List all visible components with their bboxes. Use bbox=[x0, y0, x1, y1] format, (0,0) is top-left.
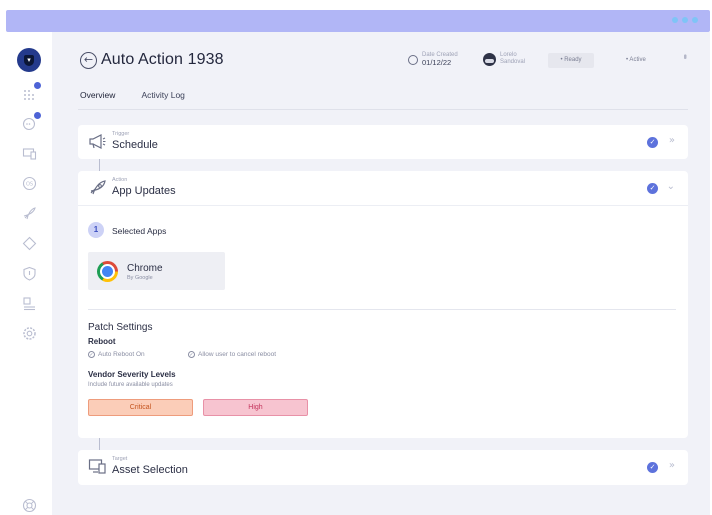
owner[interactable]: Lorelo Sandoval bbox=[483, 52, 525, 66]
grid-icon[interactable] bbox=[22, 82, 41, 101]
trigger-title: Schedule bbox=[112, 139, 158, 151]
dot-icon bbox=[692, 17, 698, 23]
devices-icon bbox=[88, 458, 107, 475]
notification-badge bbox=[34, 112, 41, 119]
rocket-icon[interactable] bbox=[22, 206, 37, 221]
svg-text:OS: OS bbox=[26, 182, 33, 188]
megaphone-icon bbox=[88, 133, 107, 150]
owner-last-name: Sandoval bbox=[500, 59, 526, 65]
devices-icon[interactable] bbox=[22, 146, 37, 161]
trigger-kicker: Trigger bbox=[112, 131, 130, 137]
notification-badge bbox=[34, 82, 41, 89]
target-kicker: Target bbox=[112, 456, 128, 462]
page-header: ← Auto Action 1938 Date Created 01/12/22… bbox=[78, 48, 700, 74]
os-icon[interactable]: OS bbox=[22, 176, 37, 191]
dot-icon bbox=[682, 17, 688, 23]
main-content: ← Auto Action 1938 Date Created 01/12/22… bbox=[52, 32, 710, 515]
window-top-bar bbox=[6, 10, 710, 32]
chrome-logo-icon bbox=[97, 261, 118, 282]
app-name: Chrome bbox=[127, 263, 163, 274]
target-card[interactable]: Target Asset Selection ✓ » bbox=[78, 450, 688, 485]
sidebar: ▾ OS bbox=[6, 32, 52, 515]
check-icon: ✓ bbox=[647, 462, 658, 473]
app-vendor: By Google bbox=[127, 275, 153, 281]
date-created-value: 01/12/22 bbox=[422, 58, 452, 67]
auto-reboot-label: Auto Reboot On bbox=[98, 351, 145, 358]
auto-reboot-option[interactable]: ✓ Auto Reboot On bbox=[88, 351, 145, 358]
avatar bbox=[483, 52, 496, 66]
vendor-severity-title: Vendor Severity Levels bbox=[88, 370, 176, 379]
chevron-down-icon[interactable]: ⌄ bbox=[667, 181, 675, 192]
window-dots[interactable] bbox=[672, 17, 698, 23]
check-icon: ✓ bbox=[647, 183, 658, 194]
reboot-label: Reboot bbox=[88, 337, 116, 346]
diamond-icon[interactable] bbox=[22, 236, 37, 251]
flow-connector bbox=[99, 438, 100, 450]
target-title: Asset Selection bbox=[112, 464, 188, 476]
chat-icon[interactable] bbox=[22, 112, 41, 131]
card-divider bbox=[78, 205, 688, 206]
allow-cancel-label: Allow user to cancel reboot bbox=[198, 351, 277, 358]
active-status-badge[interactable]: • Active bbox=[626, 57, 646, 63]
help-icon[interactable] bbox=[22, 498, 37, 513]
page-title: Auto Action 1938 bbox=[101, 51, 224, 68]
chevron-right-icon[interactable]: » bbox=[669, 135, 675, 146]
severity-high-chip[interactable]: High bbox=[203, 399, 308, 416]
tab-activity-log[interactable]: Activity Log bbox=[139, 88, 186, 110]
check-icon: ✓ bbox=[647, 137, 658, 148]
shield-logo-icon: ▾ bbox=[24, 54, 34, 66]
settings-icon[interactable] bbox=[22, 326, 37, 341]
action-kicker: Action bbox=[112, 177, 128, 183]
action-card: Action App Updates ✓ ⌄ 1 Selected Apps C… bbox=[78, 171, 688, 438]
flow-connector bbox=[99, 159, 100, 171]
action-title: App Updates bbox=[112, 185, 176, 197]
clock-icon bbox=[408, 54, 418, 65]
severity-critical-chip[interactable]: Critical bbox=[88, 399, 193, 416]
app-logo[interactable]: ▾ bbox=[17, 48, 41, 72]
section-divider bbox=[88, 309, 676, 310]
users-icon[interactable] bbox=[22, 296, 37, 311]
check-circle-icon: ✓ bbox=[88, 351, 95, 358]
step-number: 1 bbox=[88, 222, 104, 238]
owner-first-name: Lorelo bbox=[500, 52, 517, 58]
app-tile-chrome[interactable]: Chrome By Google bbox=[88, 252, 225, 290]
rocket-icon bbox=[88, 179, 107, 196]
vendor-severity-subtitle: Include future available updates bbox=[88, 382, 173, 388]
date-created: Date Created 01/12/22 bbox=[408, 52, 458, 67]
patch-settings-title: Patch Settings bbox=[88, 322, 153, 333]
allow-cancel-option[interactable]: ✓ Allow user to cancel reboot bbox=[188, 351, 276, 358]
more-options-icon[interactable]: ••• bbox=[680, 54, 690, 57]
tab-divider bbox=[78, 109, 688, 110]
chevron-right-icon[interactable]: » bbox=[669, 460, 675, 471]
tab-bar: Overview Activity Log bbox=[78, 88, 187, 110]
tab-overview[interactable]: Overview bbox=[78, 88, 118, 110]
ready-status-button[interactable]: • Ready bbox=[548, 53, 594, 68]
trigger-card[interactable]: Trigger Schedule ✓ » bbox=[78, 125, 688, 159]
check-circle-icon: ✓ bbox=[188, 351, 195, 358]
dot-icon bbox=[672, 17, 678, 23]
shield-icon[interactable] bbox=[22, 266, 37, 281]
selected-apps-label: Selected Apps bbox=[112, 226, 167, 236]
back-arrow-icon[interactable]: ← bbox=[80, 52, 97, 69]
